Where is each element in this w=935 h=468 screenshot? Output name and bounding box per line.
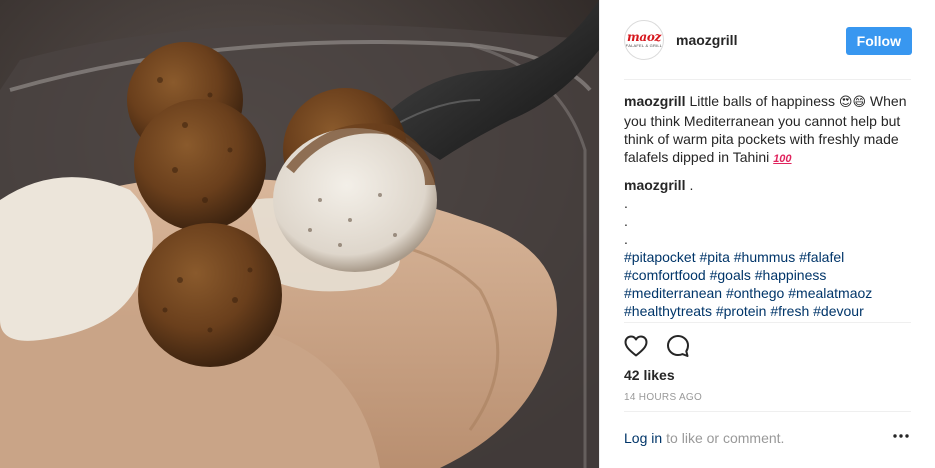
- avatar-logo-text: maoz: [626, 30, 662, 44]
- hundred-points-emoji-icon: 100: [773, 153, 792, 165]
- hashtag-link[interactable]: #healthytreats: [624, 303, 712, 319]
- comment-dot-line: .: [624, 213, 628, 229]
- follow-button[interactable]: Follow: [845, 27, 912, 55]
- more-options-button[interactable]: [891, 426, 911, 446]
- caption-text: Little balls of happiness: [689, 93, 836, 109]
- hashtag-link[interactable]: #fresh: [770, 303, 809, 319]
- like-button[interactable]: [620, 330, 652, 362]
- heart-eyes-emoji-icon: 😍: [838, 95, 853, 110]
- action-bar: [620, 330, 704, 362]
- login-prompt: Log in to like or comment.: [624, 430, 911, 446]
- heart-outline-icon: [624, 335, 648, 357]
- hashtag-link[interactable]: #pitapocket: [624, 249, 696, 265]
- header-username[interactable]: maozgrill: [676, 32, 737, 48]
- post-header: maoz FALAFEL & GRILL maozgrill Follow: [600, 0, 935, 80]
- hashtag-link[interactable]: #hummus: [734, 249, 795, 265]
- comment-username[interactable]: maozgrill: [624, 177, 685, 193]
- comment-first-line: .: [689, 177, 694, 193]
- hashtag-link[interactable]: #comfortfood: [624, 267, 706, 283]
- hashtag-link[interactable]: #mealatmaoz: [788, 285, 872, 301]
- comment: maozgrill. . . . #pitapocket #pita #humm…: [624, 176, 911, 320]
- hashtag-link[interactable]: #protein: [716, 303, 767, 319]
- actions-divider: [624, 322, 911, 323]
- caption-username[interactable]: maozgrill: [624, 93, 685, 109]
- smile-emoji-icon: 😄: [852, 95, 867, 110]
- post-side-panel: maoz FALAFEL & GRILL maozgrill Follow ma…: [599, 0, 935, 468]
- comment-dot-line: .: [624, 231, 628, 247]
- hashtag-link[interactable]: #falafel: [799, 249, 844, 265]
- post-timestamp[interactable]: 14 HOURS AGO: [624, 392, 702, 403]
- hashtag-list: #pitapocket #pita #hummus #falafel #comf…: [624, 249, 872, 319]
- hashtag-link[interactable]: #mediterranean: [624, 285, 722, 301]
- hashtag-link[interactable]: #happiness: [755, 267, 827, 283]
- avatar[interactable]: maoz FALAFEL & GRILL: [624, 20, 664, 60]
- instagram-post: maoz FALAFEL & GRILL maozgrill Follow ma…: [0, 0, 935, 468]
- login-link[interactable]: Log in: [624, 430, 662, 446]
- speech-bubble-icon: [667, 335, 689, 357]
- comment-button[interactable]: [662, 330, 694, 362]
- hashtag-link[interactable]: #goals: [710, 267, 751, 283]
- likes-count[interactable]: 42 likes: [624, 367, 675, 383]
- hashtag-link[interactable]: #devour: [813, 303, 864, 319]
- comment-dot-line: .: [624, 195, 628, 211]
- avatar-logo-subtext: FALAFEL & GRILL: [625, 43, 663, 48]
- post-photo[interactable]: [0, 0, 599, 468]
- falafel-photo-illustration: [0, 0, 599, 468]
- login-prompt-text: to like or comment.: [666, 430, 785, 446]
- header-divider: [624, 79, 911, 80]
- footer-divider: [624, 411, 911, 412]
- hashtag-link[interactable]: #onthego: [726, 285, 784, 301]
- ellipsis-icon: [893, 434, 909, 438]
- hashtag-link[interactable]: #pita: [700, 249, 730, 265]
- comments-area[interactable]: maozgrill Little balls of happiness 😍😄 Wh…: [624, 92, 911, 323]
- caption: maozgrill Little balls of happiness 😍😄 Wh…: [624, 92, 911, 168]
